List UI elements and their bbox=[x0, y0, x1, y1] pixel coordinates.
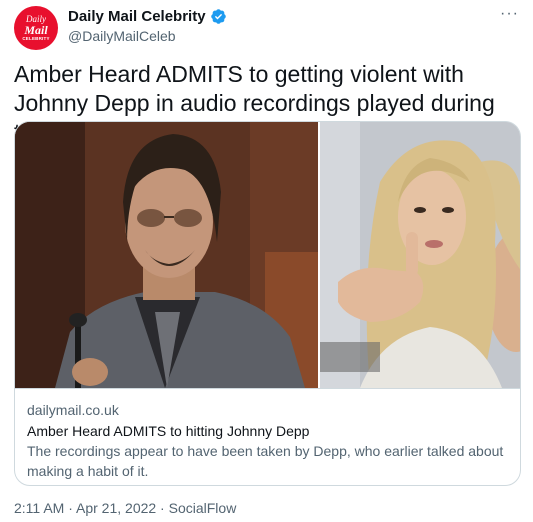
avatar[interactable]: Daily Mail CELEBRITY bbox=[14, 6, 58, 50]
tweet-time[interactable]: 2:11 AM bbox=[14, 500, 64, 516]
display-name[interactable]: Daily Mail Celebrity bbox=[68, 8, 206, 25]
tweet-meta: 2:11 AM · Apr 21, 2022 · SocialFlow bbox=[14, 500, 236, 516]
card-title: Amber Heard ADMITS to hitting Johnny Dep… bbox=[27, 423, 310, 439]
name-row: Daily Mail Celebrity bbox=[68, 8, 227, 25]
verified-badge-icon bbox=[210, 9, 226, 24]
man-in-suit-photo bbox=[15, 122, 318, 388]
card-image-right bbox=[320, 122, 520, 388]
meta-separator-2: · bbox=[156, 500, 169, 516]
card-image-left bbox=[15, 122, 318, 388]
link-card[interactable]: dailymail.co.uk Amber Heard ADMITS to hi… bbox=[14, 121, 521, 486]
woman-photo bbox=[320, 122, 520, 388]
avatar-text-celebrity: CELEBRITY bbox=[22, 35, 50, 41]
card-images bbox=[15, 122, 520, 388]
card-description: The recordings appear to have been taken… bbox=[27, 443, 504, 479]
tweet-date[interactable]: Apr 21, 2022 bbox=[76, 500, 156, 516]
handle[interactable]: @DailyMailCeleb bbox=[68, 28, 176, 44]
tweet-source[interactable]: SocialFlow bbox=[169, 500, 237, 516]
more-options-icon[interactable]: ··· bbox=[500, 5, 519, 23]
meta-separator: · bbox=[64, 500, 76, 516]
avatar-text-mail: Mail bbox=[24, 22, 48, 37]
card-domain: dailymail.co.uk bbox=[27, 402, 119, 418]
card-body: dailymail.co.uk Amber Heard ADMITS to hi… bbox=[15, 388, 520, 485]
tweet: Daily Mail CELEBRITY Daily Mail Celebrit… bbox=[0, 0, 533, 522]
